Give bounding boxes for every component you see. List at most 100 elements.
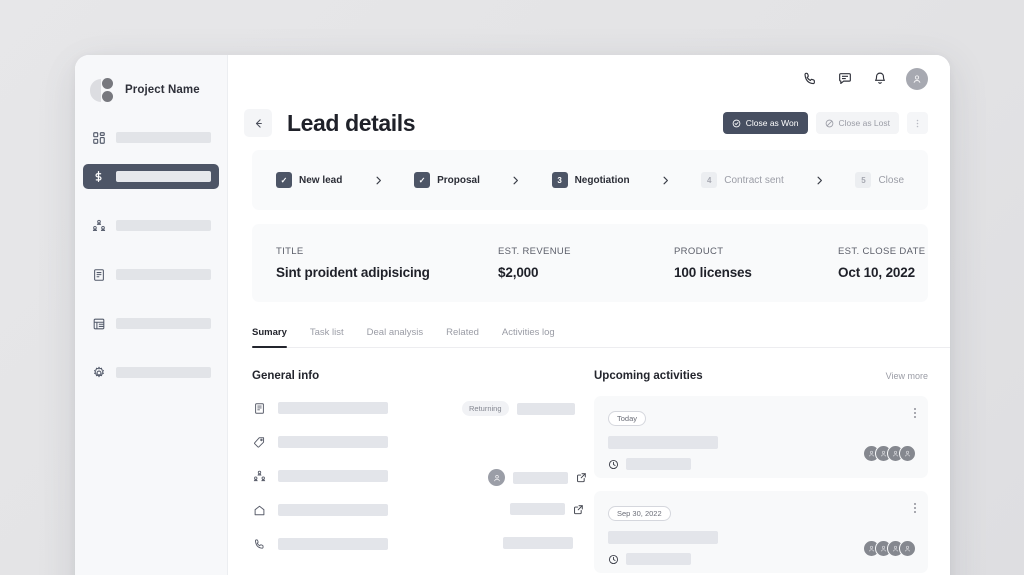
sidebar-item-label-placeholder [116, 318, 211, 329]
info-value-placeholder [278, 538, 388, 550]
stat-est-close-date: EST. CLOSE DATE Oct 10, 2022 [838, 246, 925, 280]
activity-date-badge: Today [608, 411, 646, 426]
stat-product: PRODUCT 100 licenses [674, 246, 838, 280]
step-badge: ✓ [414, 172, 430, 188]
phone-icon [252, 537, 266, 551]
tab-activities-log[interactable]: Activities log [502, 327, 571, 347]
chat-icon[interactable] [836, 70, 854, 88]
info-value-placeholder [510, 503, 565, 515]
activity-avatar-stack [863, 540, 916, 557]
activity-title-placeholder [608, 531, 718, 544]
sidebar-item-documents[interactable] [83, 262, 219, 287]
tag-icon [252, 435, 266, 449]
chevron-right-icon [342, 175, 414, 186]
pipeline-stepper: ✓ New lead ✓ Proposal 3 Negotiation [252, 150, 928, 210]
page-title: Lead details [287, 110, 415, 137]
clock-icon [608, 554, 619, 565]
brand[interactable]: Project Name [75, 73, 227, 107]
step-new-lead[interactable]: ✓ New lead [276, 172, 342, 188]
activity-time-placeholder [626, 458, 691, 470]
home-icon [252, 503, 266, 517]
info-value-placeholder [278, 402, 388, 414]
step-negotiation[interactable]: 3 Negotiation [552, 172, 630, 188]
app-window: Project Name [75, 55, 950, 575]
tab-task-list[interactable]: Task list [310, 327, 360, 347]
main-content: Lead details Close as Won [228, 55, 950, 575]
chevron-right-icon [480, 175, 552, 186]
sidebar-nav [75, 125, 227, 385]
sidebar-item-label-placeholder [116, 132, 211, 143]
activity-date-badge: Sep 30, 2022 [608, 506, 671, 521]
stat-value: Oct 10, 2022 [838, 265, 925, 280]
step-label: Proposal [437, 175, 480, 186]
general-info-title: General info [252, 370, 572, 382]
phone-icon[interactable] [801, 70, 819, 88]
activity-card[interactable]: Sep 30, 2022 [594, 491, 928, 573]
org-chart-icon [252, 469, 266, 483]
close-as-lost-button[interactable]: Close as Lost [816, 112, 900, 134]
external-link-icon[interactable] [573, 504, 584, 515]
activities-header: Upcoming activities View more [594, 370, 928, 382]
info-website-group[interactable] [510, 503, 584, 515]
chevron-right-icon [784, 175, 856, 186]
document-icon [91, 267, 106, 282]
gear-icon [91, 365, 106, 380]
user-avatar-icon[interactable] [906, 68, 928, 90]
clock-icon [608, 459, 619, 470]
stat-value: 100 licenses [674, 265, 838, 280]
sidebar-item-settings[interactable] [83, 360, 219, 385]
step-contract-sent[interactable]: 4 Contract sent [701, 172, 783, 188]
bell-icon[interactable] [871, 70, 889, 88]
avatar[interactable] [899, 540, 916, 557]
step-label: Close [878, 175, 904, 186]
info-value-placeholder [278, 470, 388, 482]
dashboard-grid-icon [91, 130, 106, 145]
tab-sumary[interactable]: Sumary [252, 327, 303, 347]
activity-card[interactable]: Today [594, 396, 928, 478]
stat-label: EST. REVENUE [498, 246, 674, 257]
step-close[interactable]: 5 Close [855, 172, 904, 188]
stat-label: EST. CLOSE DATE [838, 246, 925, 257]
sidebar-item-label-placeholder [116, 220, 211, 231]
activity-title-placeholder [608, 436, 718, 449]
chevron-right-icon [630, 175, 702, 186]
info-owner-group[interactable] [488, 469, 587, 486]
info-row-tag[interactable] [252, 434, 572, 450]
view-more-link[interactable]: View more [886, 371, 928, 381]
tab-related[interactable]: Related [446, 327, 495, 347]
pipeline-panel: ✓ New lead ✓ Proposal 3 Negotiation [252, 150, 928, 210]
more-vertical-icon[interactable] [914, 503, 916, 513]
org-chart-icon [91, 218, 106, 233]
step-badge: ✓ [276, 172, 292, 188]
check-circle-icon [732, 119, 741, 128]
more-vertical-icon[interactable] [914, 408, 916, 418]
general-info-section: General info [252, 370, 572, 575]
stat-est-revenue: EST. REVENUE $2,000 [498, 246, 674, 280]
sidebar-item-label-placeholder [116, 171, 211, 182]
stat-value: Sint proident adipisicing [276, 265, 498, 280]
dollar-sign-icon [91, 169, 106, 184]
avatar[interactable] [899, 445, 916, 462]
close-as-lost-label: Close as Lost [839, 118, 891, 128]
detail-tabs: Sumary Task list Deal analysis Related A… [252, 318, 950, 348]
sidebar-item-dashboard[interactable] [83, 125, 219, 150]
sidebar-item-deals[interactable] [83, 164, 219, 189]
info-returning-group: Returning [462, 401, 575, 416]
back-button[interactable] [244, 109, 272, 137]
close-as-won-button[interactable]: Close as Won [723, 112, 808, 134]
tab-deal-analysis[interactable]: Deal analysis [367, 327, 440, 347]
more-vertical-icon[interactable] [907, 112, 928, 134]
external-link-icon[interactable] [576, 472, 587, 483]
stat-label: TITLE [276, 246, 498, 257]
sidebar: Project Name [75, 55, 228, 575]
stat-title: TITLE Sint proident adipisicing [276, 246, 498, 280]
brand-name: Project Name [125, 84, 200, 96]
sidebar-item-contacts[interactable] [83, 213, 219, 238]
activity-time-placeholder [626, 553, 691, 565]
returning-badge: Returning [462, 401, 509, 416]
project-logo-icon [90, 77, 116, 103]
topbar [228, 55, 950, 102]
step-proposal[interactable]: ✓ Proposal [414, 172, 480, 188]
activity-avatar-stack [863, 445, 916, 462]
sidebar-item-reports[interactable] [83, 311, 219, 336]
